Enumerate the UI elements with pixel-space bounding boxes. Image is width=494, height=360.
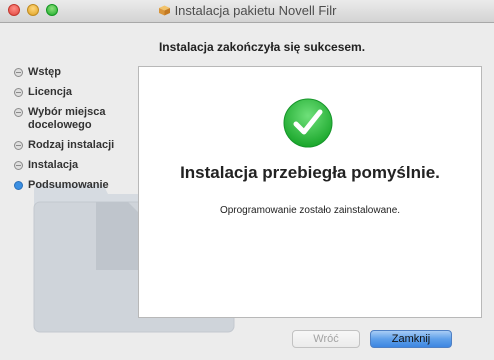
step-label: Instalacja — [28, 159, 79, 171]
checkmark-icon — [283, 98, 333, 148]
package-icon — [158, 5, 170, 16]
step-done-bullet-icon — [14, 68, 23, 77]
title-bar[interactable]: Instalacja pakietu Novell Filr — [0, 0, 494, 23]
step-done-bullet-icon — [14, 161, 23, 170]
step-label: Podsumowanie — [28, 179, 109, 191]
installer-window: Instalacja pakietu Novell Filr Instalacj… — [0, 0, 494, 360]
step-label: Rodzaj instalacji — [28, 139, 115, 151]
back-button[interactable]: Wróć — [292, 330, 360, 348]
page-heading: Instalacja zakończyła się sukcesem. — [158, 40, 366, 54]
step-installation-type: Rodzaj instalacji — [14, 139, 144, 152]
step-label: Licencja — [28, 86, 73, 98]
success-title: Instalacja przebiegła pomyślnie. — [180, 163, 440, 182]
step-done-bullet-icon — [14, 141, 23, 150]
step-destination: Wybór miejsca docelowego — [14, 106, 144, 132]
step-label: Wybór miejsca docelowego — [28, 106, 106, 131]
step-installation: Instalacja — [14, 159, 144, 172]
step-done-bullet-icon — [14, 108, 23, 117]
step-summary: Podsumowanie — [14, 179, 144, 192]
step-license: Licencja — [14, 86, 144, 99]
step-label: Wstęp — [28, 66, 61, 78]
step-done-bullet-icon — [14, 88, 23, 97]
content-panel: Instalacja przebiegła pomyślnie. Oprogra… — [138, 66, 482, 318]
success-message: Oprogramowanie zostało zainstalowane. — [219, 205, 401, 216]
window-title: Instalacja pakietu Novell Filr — [174, 3, 337, 18]
close-button[interactable]: Zamknij — [370, 330, 452, 348]
step-intro: Wstęp — [14, 66, 144, 79]
steps-sidebar: Wstęp Licencja Wybór miejsca docelowego … — [14, 66, 144, 199]
window-title-wrap: Instalacja pakietu Novell Filr — [0, 3, 494, 18]
step-current-bullet-icon — [14, 181, 23, 190]
